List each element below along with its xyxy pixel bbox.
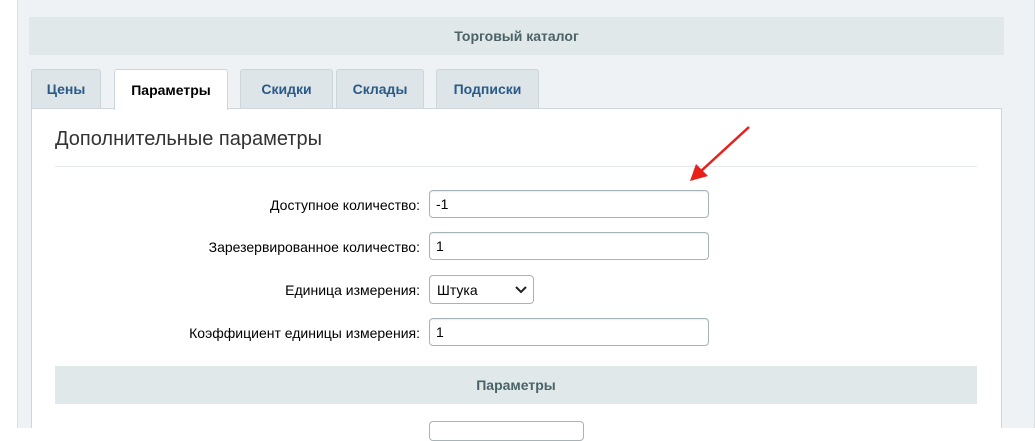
parameters-section-title: Параметры (476, 377, 556, 393)
red-arrow-icon (690, 126, 750, 181)
unit-label: Единица измерения: (285, 282, 420, 298)
tab-label: Цены (46, 81, 86, 97)
available-qty-label: Доступное количество: (270, 197, 420, 213)
tab-parameters[interactable]: Параметры (114, 69, 228, 110)
tab-label: Скидки (261, 81, 312, 97)
available-qty-input[interactable] (429, 190, 709, 218)
tab-subscriptions[interactable]: Подписки (436, 69, 539, 108)
tab-label: Склады (352, 81, 408, 97)
chevron-down-icon (515, 286, 527, 294)
tab-warehouses[interactable]: Склады (336, 69, 424, 108)
parameters-section-header: Параметры (55, 366, 977, 404)
unit-select[interactable]: Штука (429, 275, 534, 304)
catalog-section-header: Торговый каталог (29, 17, 1004, 55)
unit-select-value: Штука (437, 281, 478, 298)
panel-divider (55, 166, 977, 167)
panel-title: Дополнительные параметры (55, 128, 322, 150)
partial-input[interactable] (429, 421, 584, 441)
unit-ratio-label: Коэффициент единицы измерения: (189, 325, 420, 341)
catalog-section-title: Торговый каталог (454, 28, 579, 44)
reserved-qty-label: Зарезервированное количество: (208, 239, 420, 255)
tab-prices[interactable]: Цены (31, 69, 101, 108)
tab-discounts[interactable]: Скидки (240, 69, 333, 108)
tab-label: Параметры (131, 82, 211, 98)
unit-ratio-input[interactable] (429, 318, 709, 346)
reserved-qty-input[interactable] (429, 232, 709, 260)
tab-label: Подписки (453, 81, 522, 97)
